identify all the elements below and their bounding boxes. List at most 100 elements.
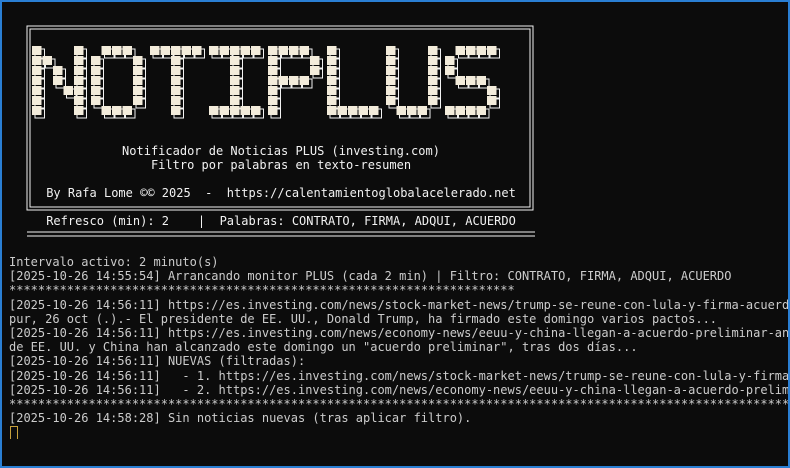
logo-block — [171, 76, 181, 85]
logo-block — [171, 66, 181, 75]
logo-block — [74, 86, 84, 95]
logo-block — [150, 46, 160, 55]
logo-block — [310, 66, 320, 75]
logo-block — [53, 76, 63, 85]
logo-block — [428, 86, 438, 95]
logo-block — [327, 86, 337, 95]
logo-block — [268, 46, 278, 55]
logo-block — [487, 96, 497, 105]
logo-block — [268, 66, 278, 75]
log-line: de EE. UU. y China han alcanzado este do… — [9, 340, 638, 355]
logo-block — [289, 76, 299, 85]
log-line: pur, 26 oct (.).- El presidente de EE. U… — [9, 311, 718, 326]
logo-block — [160, 46, 170, 55]
logo-block — [327, 106, 337, 115]
log-line: Intervalo activo: 2 minuto(s) — [9, 255, 219, 269]
logo-block — [192, 46, 202, 55]
logo-block — [133, 56, 143, 65]
logo-block — [455, 46, 465, 55]
logo-block — [428, 46, 438, 55]
logo-block — [386, 46, 396, 55]
logo-block — [299, 76, 309, 85]
logo-block — [369, 106, 379, 115]
logo-block — [240, 46, 250, 55]
log-separator: ****************************************… — [9, 396, 788, 411]
logo-block — [122, 46, 132, 55]
logo-block — [181, 46, 191, 55]
banner-status: Refresco (min): 2 | Palabras: CONTRATO, … — [46, 214, 516, 228]
logo-block — [209, 106, 219, 115]
banner-subtitle: Notificador de Noticias PLUS (investing.… — [122, 144, 440, 158]
logo-block — [53, 66, 63, 75]
logo-block — [32, 46, 42, 55]
logo-block — [417, 106, 427, 115]
log-line: [2025-10-26 14:56:11] - 2. https://es.in… — [9, 382, 788, 397]
logo-block — [133, 66, 143, 75]
logo-block — [386, 86, 396, 95]
logo-block — [268, 86, 278, 95]
logo-block — [466, 76, 476, 85]
logo-block — [445, 106, 455, 115]
logo-block — [476, 46, 486, 55]
logo-block — [112, 46, 122, 55]
logo-block — [396, 106, 406, 115]
logo-block — [171, 86, 181, 95]
banner-filter-description: Filtro por palabras en texto-resumen — [150, 158, 412, 172]
logo-block — [407, 106, 417, 115]
logo-block — [289, 46, 299, 55]
logo-block — [74, 46, 84, 55]
logo-block — [63, 86, 73, 95]
logo-block — [487, 46, 497, 55]
logo-block — [230, 76, 240, 85]
logo-block — [466, 46, 476, 55]
logo-block — [74, 76, 84, 85]
logo-block — [219, 46, 229, 55]
logo-block — [209, 46, 219, 55]
logo-block — [327, 76, 337, 85]
logo-block — [32, 106, 42, 115]
log-separator: ****************************************… — [9, 283, 515, 298]
logo-block — [133, 76, 143, 85]
logo-block — [268, 96, 278, 105]
logo-block — [32, 86, 42, 95]
logo-block — [42, 56, 52, 65]
logo-block — [171, 56, 181, 65]
logo-block — [310, 56, 320, 65]
logo-block — [101, 106, 111, 115]
logo-block — [327, 66, 337, 75]
logo-block — [487, 86, 497, 95]
logo-block — [455, 76, 465, 85]
logo-block — [219, 106, 229, 115]
logo-block — [278, 76, 288, 85]
logo-block — [133, 86, 143, 95]
terminal-window[interactable]: Notificador de Noticias PLUS (investing.… — [0, 0, 790, 468]
logo-block — [386, 66, 396, 75]
logo-block — [230, 66, 240, 75]
log-line: [2025-10-26 14:56:11] - 1. https://es.in… — [9, 368, 788, 383]
logo-block — [476, 106, 486, 115]
logo-block — [268, 106, 278, 115]
logo-block — [74, 96, 84, 105]
logo-block — [230, 106, 240, 115]
logo-block — [268, 76, 278, 85]
banner-credit: By Rafa Lome ©© 2025 - https://calentami… — [46, 186, 516, 200]
logo-block — [91, 86, 101, 95]
logo-block — [445, 66, 455, 75]
logo-block — [240, 106, 250, 115]
logo-block — [91, 76, 101, 85]
logo-block — [386, 56, 396, 65]
text-cursor[interactable] — [10, 426, 18, 440]
banner: Notificador de Noticias PLUS (investing.… — [2, 2, 562, 247]
prompt-line[interactable] — [9, 425, 788, 440]
logo-block — [101, 46, 111, 55]
logo-block — [91, 96, 101, 105]
logo-block — [348, 106, 358, 115]
logo-block — [91, 56, 101, 65]
logo-block — [278, 46, 288, 55]
banner-frame — [26, 25, 535, 237]
logo-block — [445, 56, 455, 65]
logo-block — [230, 56, 240, 65]
logo-block — [299, 46, 309, 55]
logo-block — [327, 46, 337, 55]
logo-block — [171, 106, 181, 115]
